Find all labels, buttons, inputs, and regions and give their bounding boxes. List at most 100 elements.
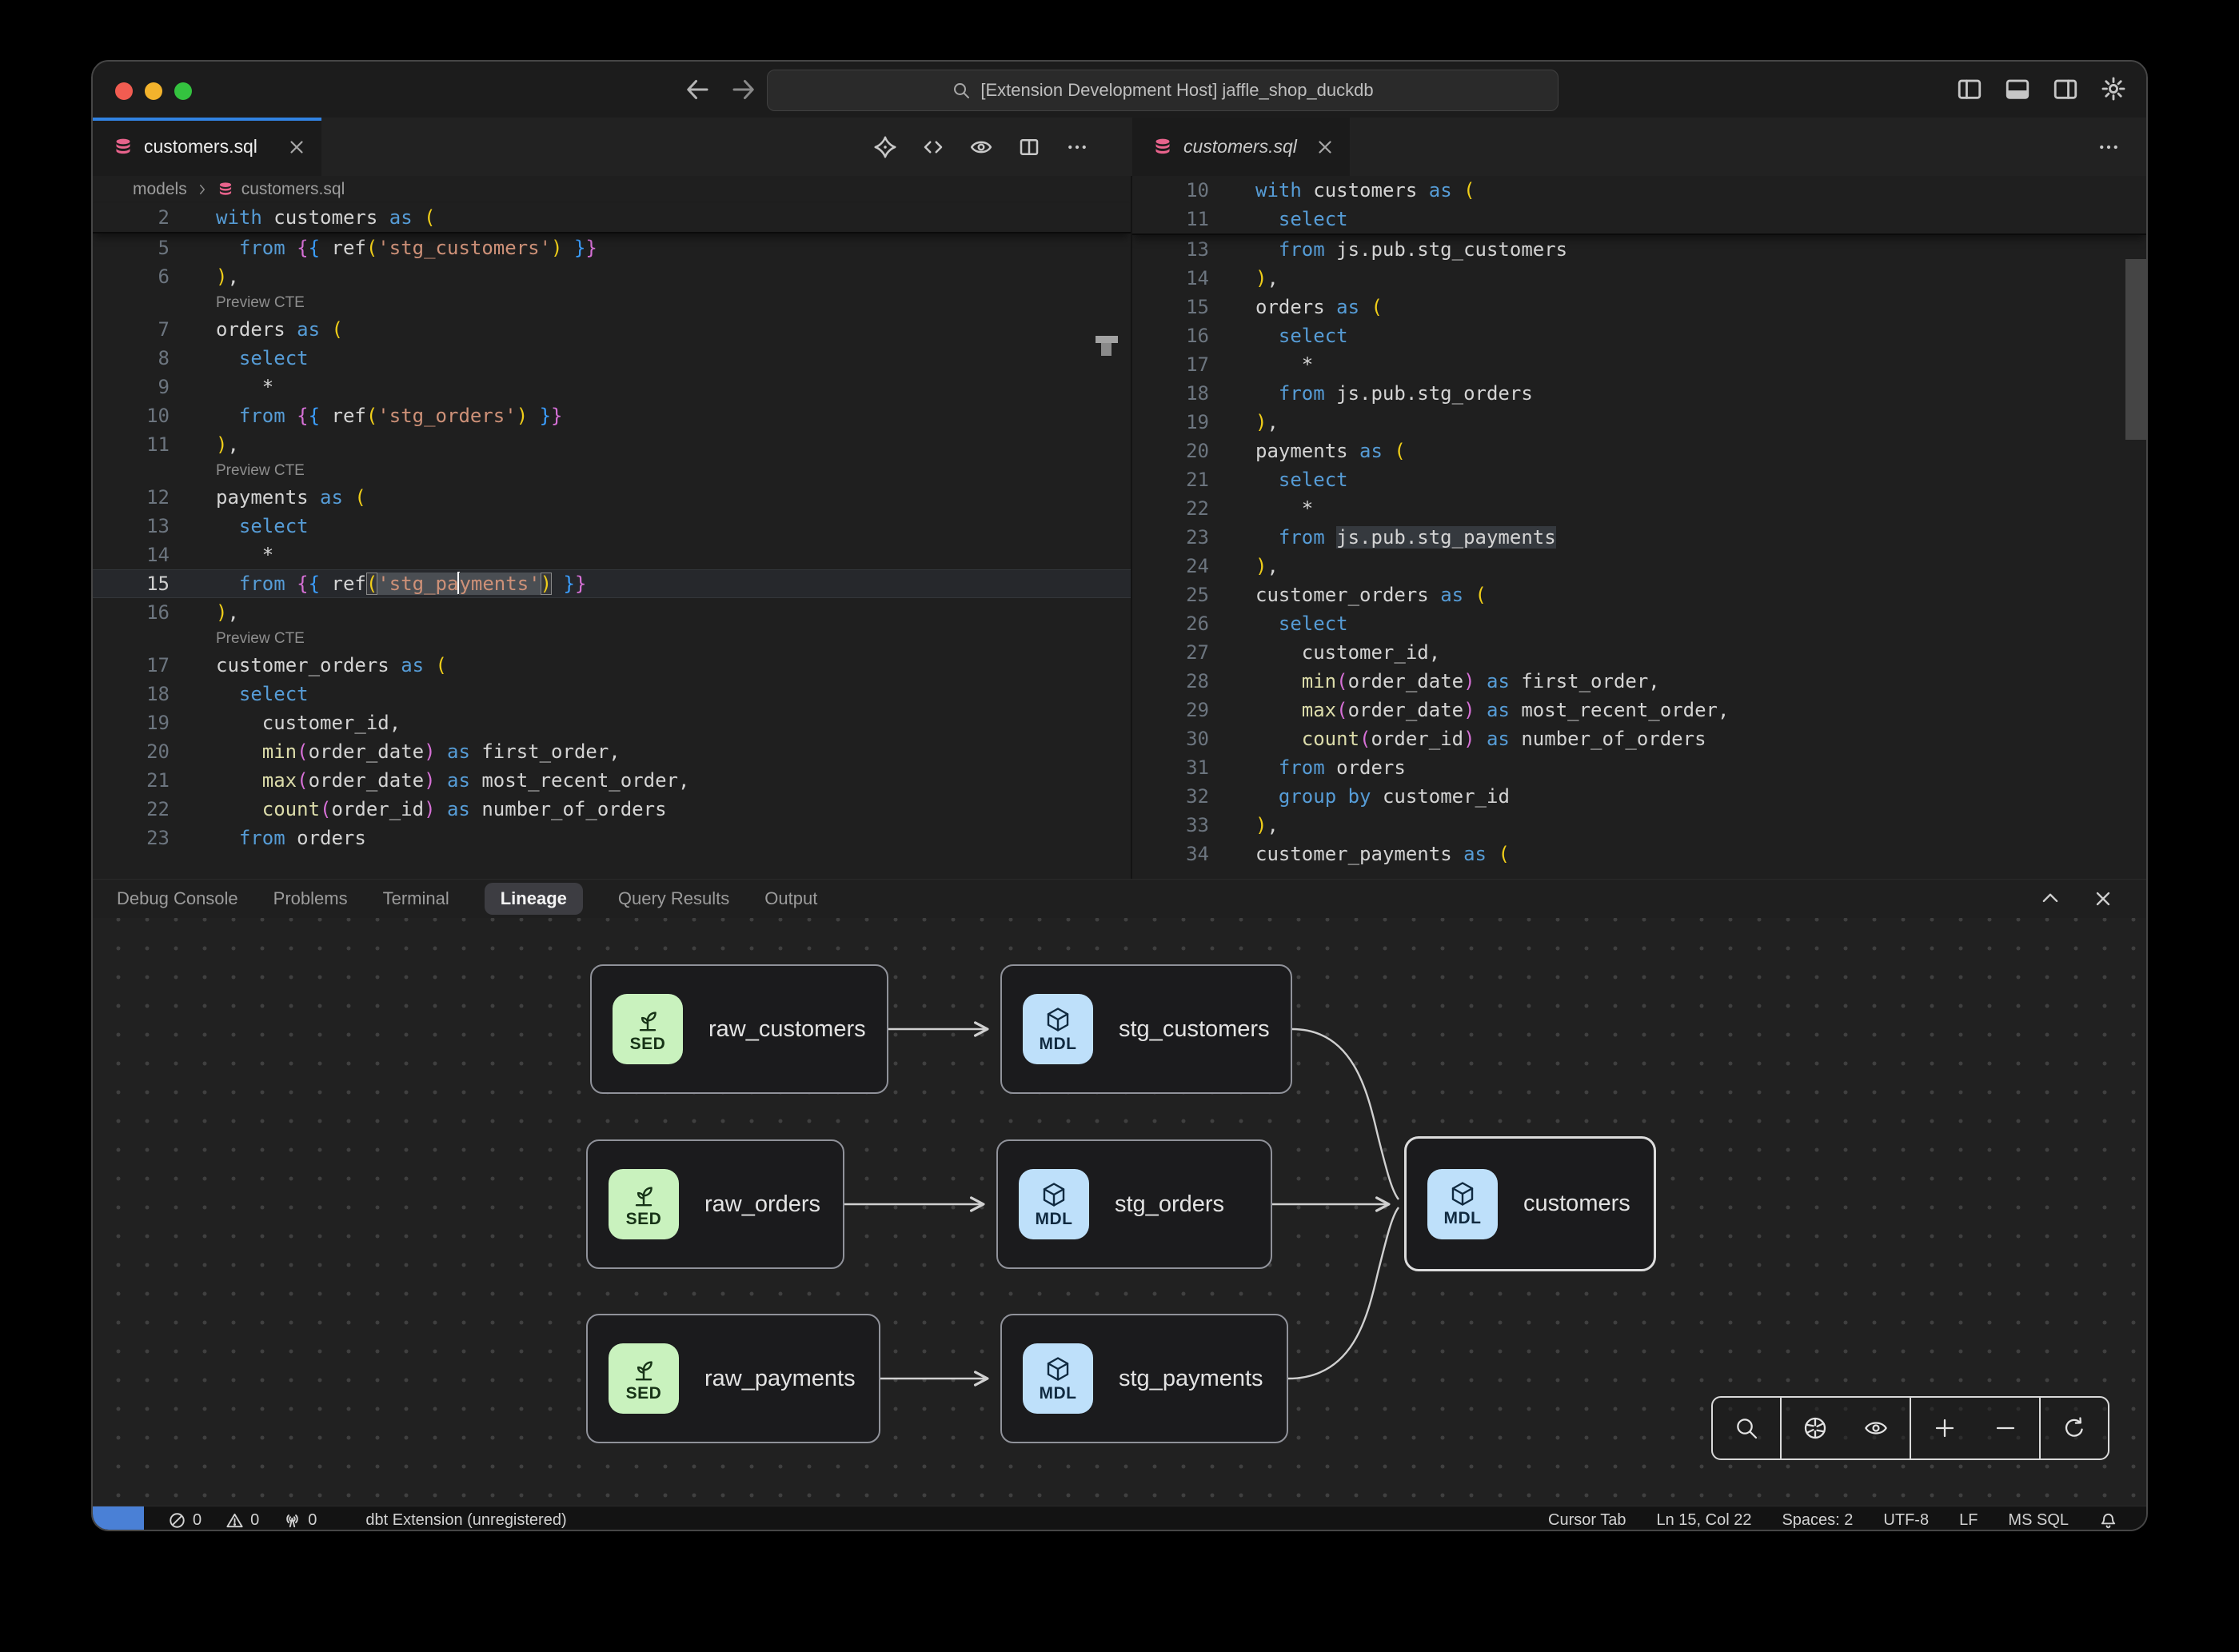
code-line-10[interactable]: 10with customers as (	[1132, 176, 2146, 205]
split-editor-icon[interactable]	[1017, 135, 1041, 159]
panel-tab-output[interactable]: Output	[764, 888, 817, 909]
code-line-19[interactable]: 19customer_id,	[93, 708, 1131, 737]
lineage-node-raw_orders[interactable]: SEDraw_orders	[586, 1139, 844, 1269]
code-line-13[interactable]: 13from js.pub.stg_customers	[1132, 235, 2146, 264]
code-line-14[interactable]: 14*	[93, 541, 1131, 569]
panel-tab-query-results[interactable]: Query Results	[618, 888, 729, 909]
code-line-2[interactable]: 2with customers as (	[93, 203, 1131, 232]
code-line-22[interactable]: 22*	[1132, 494, 2146, 523]
code-line-9[interactable]: 9*	[93, 373, 1131, 401]
more-actions-icon[interactable]	[2097, 135, 2121, 159]
status-item-cursor-tab[interactable]: Cursor Tab	[1548, 1511, 1626, 1530]
panel-tab-terminal[interactable]: Terminal	[383, 888, 449, 909]
status-item-ms-sql[interactable]: MS SQL	[2008, 1511, 2069, 1530]
code-line-22[interactable]: 22count(order_id) as number_of_orders	[93, 795, 1131, 824]
refresh-icon[interactable]	[2061, 1415, 2087, 1441]
code-line-16[interactable]: 16select	[1132, 321, 2146, 350]
tab-customers-sql-right[interactable]: customers.sql	[1132, 118, 1350, 176]
code-lens[interactable]: Preview CTE	[93, 459, 1131, 483]
code-line-14[interactable]: 14),	[1132, 264, 2146, 293]
eye-icon[interactable]	[1863, 1415, 1889, 1441]
scrollbar-marker[interactable]	[1096, 336, 1118, 343]
scrollbar-thumb[interactable]	[2125, 259, 2146, 440]
code-line-25[interactable]: 25customer_orders as (	[1132, 581, 2146, 609]
zoom-out-icon[interactable]	[1993, 1415, 2018, 1441]
lineage-node-raw_customers[interactable]: SEDraw_customers	[590, 964, 888, 1094]
code-line-10[interactable]: 10from {{ ref('stg_orders') }}	[93, 401, 1131, 430]
tab-customers-sql-left[interactable]: customers.sql	[93, 118, 321, 176]
compiled-code-icon[interactable]	[921, 135, 945, 159]
code-line-34[interactable]: 34customer_payments as (	[1132, 840, 2146, 868]
code-line-15[interactable]: 15orders as (	[1132, 293, 2146, 321]
editor-left[interactable]: models customers.sql 2with customers as …	[93, 176, 1132, 879]
code-line-7[interactable]: 7orders as (	[93, 315, 1131, 344]
panel-tab-problems[interactable]: Problems	[273, 888, 348, 909]
code-line-20[interactable]: 20min(order_date) as first_order,	[93, 737, 1131, 766]
editor-right[interactable]: 10with customers as (11select 13from js.…	[1132, 176, 2146, 879]
code-line-21[interactable]: 21max(order_date) as most_recent_order,	[93, 766, 1131, 795]
close-tab-icon[interactable]	[286, 137, 307, 158]
panel-tab-debug-console[interactable]: Debug Console	[117, 888, 238, 909]
code-lens[interactable]: Preview CTE	[93, 627, 1131, 651]
lineage-node-stg_orders[interactable]: MDLstg_orders	[996, 1139, 1272, 1269]
forward-icon[interactable]	[729, 75, 758, 104]
status-item-0[interactable]: 0	[283, 1511, 317, 1530]
status-item[interactable]	[2099, 1511, 2117, 1530]
more-actions-icon[interactable]	[1065, 135, 1089, 159]
breadcrumb-file[interactable]: customers.sql	[241, 180, 345, 199]
breadcrumb-folder[interactable]: models	[133, 180, 187, 199]
status-item-0[interactable]: 0	[168, 1511, 202, 1530]
minimize-window-button[interactable]	[145, 82, 162, 100]
code-line-8[interactable]: 8select	[93, 344, 1131, 373]
breadcrumb[interactable]: models customers.sql	[93, 176, 1131, 203]
settings-gear-icon[interactable]	[2100, 75, 2127, 102]
close-panel-icon[interactable]	[2092, 888, 2114, 910]
code-line-17[interactable]: 17customer_orders as (	[93, 651, 1131, 680]
status-item-0[interactable]: 0	[225, 1511, 259, 1530]
code-lens[interactable]: Preview CTE	[93, 291, 1131, 315]
code-line-26[interactable]: 26select	[1132, 609, 2146, 638]
search-icon[interactable]	[1734, 1415, 1759, 1441]
code-line-24[interactable]: 24),	[1132, 552, 2146, 581]
code-line-23[interactable]: 23from js.pub.stg_payments	[1132, 523, 2146, 552]
code-line-21[interactable]: 21select	[1132, 465, 2146, 494]
code-line-33[interactable]: 33),	[1132, 811, 2146, 840]
panel-tab-lineage[interactable]: Lineage	[485, 883, 583, 915]
code-line-28[interactable]: 28min(order_date) as first_order,	[1132, 667, 2146, 696]
code-line-16[interactable]: 16),	[93, 598, 1131, 627]
code-line-12[interactable]: 12payments as (	[93, 483, 1131, 512]
back-icon[interactable]	[683, 75, 712, 104]
code-line-18[interactable]: 18from js.pub.stg_orders	[1132, 379, 2146, 408]
code-line-6[interactable]: 6),	[93, 262, 1131, 291]
status-item-dbt-extension-unregistered[interactable]: dbt Extension (unregistered)	[341, 1511, 566, 1530]
code-line-17[interactable]: 17*	[1132, 350, 2146, 379]
toggle-secondary-sidebar-icon[interactable]	[2052, 75, 2079, 102]
lineage-node-stg_payments[interactable]: MDLstg_payments	[1000, 1314, 1288, 1443]
toggle-sidebar-icon[interactable]	[1956, 75, 1983, 102]
code-line-11[interactable]: 11select	[1132, 205, 2146, 233]
lineage-node-customers[interactable]: MDLcustomers	[1404, 1136, 1656, 1271]
code-line-30[interactable]: 30count(order_id) as number_of_orders	[1132, 724, 2146, 753]
scrollbar-marker[interactable]	[1101, 343, 1112, 356]
status-item-spaces-2[interactable]: Spaces: 2	[1782, 1511, 1853, 1530]
code-line-20[interactable]: 20payments as (	[1132, 437, 2146, 465]
chevron-up-icon[interactable]	[2039, 888, 2061, 910]
code-line-11[interactable]: 11),	[93, 430, 1131, 459]
aperture-icon[interactable]	[1802, 1415, 1828, 1441]
remote-indicator[interactable]	[93, 1506, 144, 1531]
zoom-in-icon[interactable]	[1932, 1415, 1958, 1441]
status-item-ln-15-col-22[interactable]: Ln 15, Col 22	[1656, 1511, 1751, 1530]
code-line-27[interactable]: 27customer_id,	[1132, 638, 2146, 667]
code-line-15[interactable]: 15from {{ ref('stg_payments') }}	[93, 569, 1131, 598]
zoom-window-button[interactable]	[174, 82, 192, 100]
code-line-5[interactable]: 5from {{ ref('stg_customers') }}	[93, 233, 1131, 262]
code-line-23[interactable]: 23from orders	[93, 824, 1131, 852]
code-line-18[interactable]: 18select	[93, 680, 1131, 708]
code-line-13[interactable]: 13select	[93, 512, 1131, 541]
code-line-32[interactable]: 32group by customer_id	[1132, 782, 2146, 811]
command-center[interactable]: [Extension Development Host] jaffle_shop…	[767, 70, 1559, 111]
close-window-button[interactable]	[115, 82, 133, 100]
code-line-19[interactable]: 19),	[1132, 408, 2146, 437]
dbt-power-user-icon[interactable]	[873, 135, 897, 159]
status-item-lf[interactable]: LF	[1959, 1511, 1978, 1530]
